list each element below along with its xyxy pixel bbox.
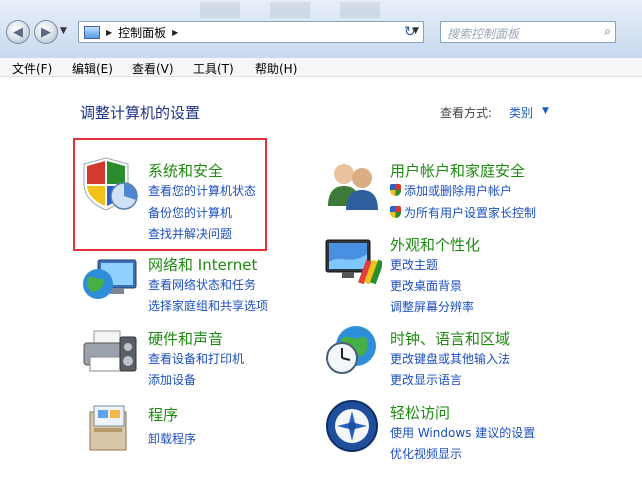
personalization-icon[interactable] [322,236,382,288]
address-bar[interactable]: ▶ 控制面板 ▶ ▼ [78,21,424,43]
link-homegroup-sharing[interactable]: 选择家庭组和共享选项 [148,297,268,314]
menu-tools[interactable]: 工具(T) [193,60,234,77]
breadcrumb-separator-icon[interactable]: ▶ [106,28,112,37]
link-add-device[interactable]: 添加设备 [148,371,196,388]
link-recommended-settings[interactable]: 使用 Windows 建议的设置 [390,424,535,441]
uac-shield-icon [390,206,401,218]
link-change-desktop-background[interactable]: 更改桌面背景 [390,277,462,294]
link-change-keyboard-input[interactable]: 更改键盘或其他输入法 [390,350,510,367]
category-hardware-sound[interactable]: 硬件和声音 [148,328,223,349]
refresh-icon[interactable]: ↻ [404,24,416,40]
recent-pages-chevron-icon[interactable]: ▼ [60,26,67,36]
printer-icon[interactable] [80,327,140,377]
back-button[interactable]: ◀ [6,20,30,44]
category-system-security[interactable]: 系统和安全 [148,160,223,181]
arrow-right-icon: ▶ [41,24,51,40]
title-strip [200,2,400,18]
category-appearance[interactable]: 外观和个性化 [390,234,480,255]
link-add-remove-accounts-label: 添加或删除用户帐户 [404,184,513,198]
menu-file[interactable]: 文件(F) [12,60,52,77]
arrow-left-icon: ◀ [13,24,23,40]
category-ease-of-access[interactable]: 轻松访问 [390,402,450,423]
view-by-label: 查看方式: [440,106,493,120]
category-programs[interactable]: 程序 [148,404,178,425]
navigation-bar: ◀ ▶ ▼ ▶ 控制面板 ▶ ▼ ↻ 搜索控制面板 ⌕ [0,0,642,59]
link-uninstall-program[interactable]: 卸载程序 [148,430,196,447]
page-title: 调整计算机的设置 [80,104,201,122]
category-user-accounts[interactable]: 用户帐户和家庭安全 [390,160,525,181]
search-icon[interactable]: ⌕ [604,24,611,39]
category-clock-language-region[interactable]: 时钟、语言和区域 [390,328,510,349]
link-backup-computer[interactable]: 备份您的计算机 [148,204,232,221]
menu-bar: 文件(F) 编辑(E) 查看(V) 工具(T) 帮助(H) [0,58,642,77]
link-view-network-status[interactable]: 查看网络状态和任务 [148,276,256,293]
network-globe-icon[interactable] [80,256,140,304]
ease-of-access-icon[interactable] [324,398,380,454]
link-view-computer-status[interactable]: 查看您的计算机状态 [148,182,256,199]
programs-icon[interactable] [84,402,134,454]
menu-view[interactable]: 查看(V) [132,60,174,77]
link-change-theme[interactable]: 更改主题 [390,256,438,273]
link-parental-controls-label: 为所有用户设置家长控制 [404,206,537,220]
uac-shield-icon [390,184,401,196]
link-devices-printers[interactable]: 查看设备和打印机 [148,350,244,367]
category-network-internet[interactable]: 网络和 Internet [148,254,257,275]
control-panel-icon [84,25,100,39]
search-input[interactable]: 搜索控制面板 ⌕ [440,21,616,43]
security-shield-icon[interactable] [80,156,140,212]
user-accounts-icon[interactable] [322,158,382,210]
link-optimize-video-display[interactable]: 优化视频显示 [390,445,462,462]
breadcrumb-control-panel[interactable]: 控制面板 [118,24,166,41]
menu-edit[interactable]: 编辑(E) [72,60,113,77]
clock-globe-icon[interactable] [322,324,382,376]
search-placeholder: 搜索控制面板 [447,27,520,41]
view-by-dropdown[interactable]: 类别 [509,104,533,121]
link-find-fix-problems[interactable]: 查找并解决问题 [148,225,232,242]
link-add-remove-accounts[interactable]: 添加或删除用户帐户 [390,182,512,199]
menu-help[interactable]: 帮助(H) [255,60,297,77]
breadcrumb-separator-icon[interactable]: ▶ [172,28,178,37]
link-change-display-language[interactable]: 更改显示语言 [390,371,462,388]
chevron-down-icon[interactable]: ▼ [542,106,549,116]
link-screen-resolution[interactable]: 调整屏幕分辨率 [390,298,474,315]
link-parental-controls[interactable]: 为所有用户设置家长控制 [390,204,536,221]
forward-button[interactable]: ▶ [34,20,58,44]
